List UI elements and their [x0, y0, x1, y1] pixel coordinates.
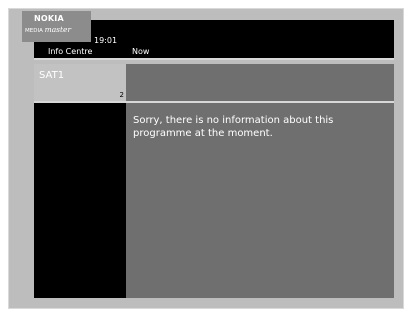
channel-selector[interactable]: SAT1 2: [34, 64, 126, 101]
logo-product-prefix: MEDIA: [25, 28, 43, 34]
logo-brand: NOKIA: [34, 14, 64, 23]
logo-product-suffix: master: [44, 25, 72, 34]
header-divider: [34, 58, 394, 60]
info-message: Sorry, there is no information about thi…: [133, 115, 334, 139]
channel-number: 2: [119, 91, 124, 99]
programme-info-panel: Sorry, there is no information about thi…: [126, 103, 394, 298]
clock: 19:01: [94, 36, 118, 45]
logo-product: MEDIA master: [25, 25, 71, 34]
programme-list-panel: [34, 103, 126, 298]
now-label: Now: [132, 47, 150, 56]
section-title: Info Centre: [48, 47, 93, 56]
channel-name: SAT1: [39, 70, 65, 81]
nokia-mediamaster-logo: NOKIA MEDIA master: [22, 11, 91, 42]
tv-screen: NOKIA MEDIA master 19:01 Info Centre Now…: [0, 0, 409, 313]
